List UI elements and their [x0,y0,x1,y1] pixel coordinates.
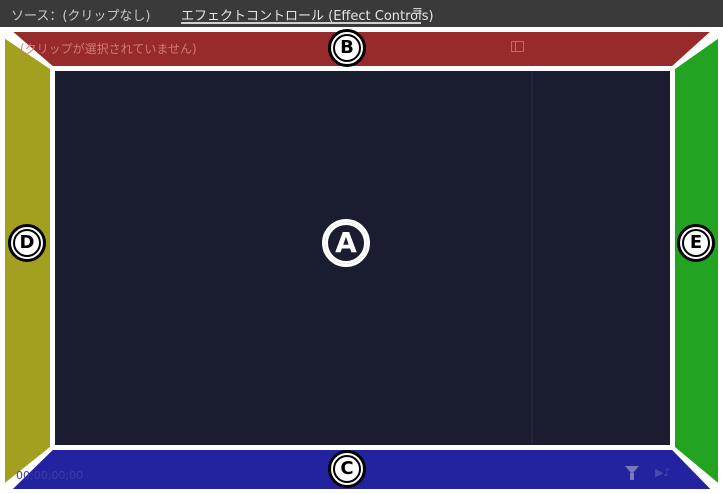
region-label-c: C [328,450,366,488]
active-tab-underline [181,22,421,24]
region-label-b: B [328,29,366,67]
play-audio-icon[interactable]: ▶♪ [655,466,670,479]
tab-source[interactable]: ソース：(クリップなし) [11,5,151,24]
region-label-e: E [677,224,715,262]
panel-menu-icon[interactable]: ≡ [412,4,423,19]
filter-icon[interactable] [625,466,639,480]
region-label-a: A [322,219,370,267]
region-label-d: D [8,224,46,262]
panel-icon[interactable] [511,41,524,52]
no-clip-message: (クリップが選択されていません) [20,42,197,56]
panel-tab-bar: ソース：(クリップなし) エフェクトコントロール (Effect Control… [0,0,723,27]
timecode-readout[interactable]: 00;00;00;00 [16,469,83,482]
